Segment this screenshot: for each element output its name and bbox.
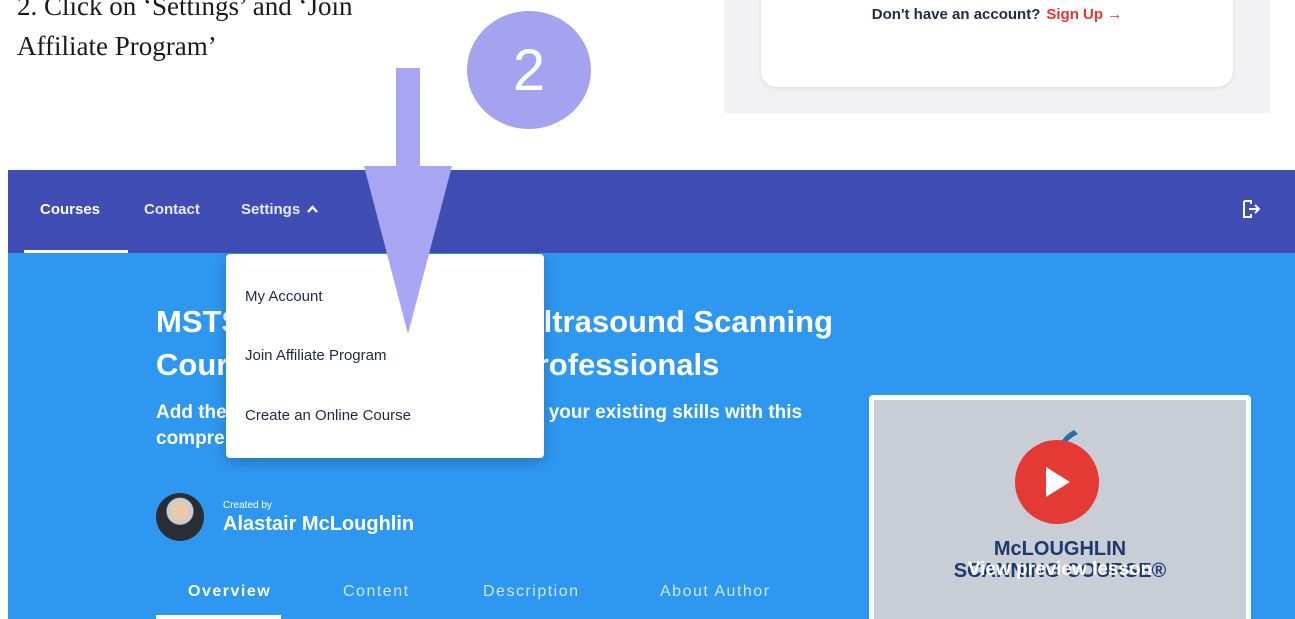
active-tab-underline bbox=[156, 615, 281, 619]
menu-item-join-affiliate-program[interactable]: Join Affiliate Program bbox=[245, 347, 386, 364]
signup-link[interactable]: Sign Up → bbox=[1046, 6, 1122, 23]
created-by-label: Created by bbox=[223, 500, 272, 511]
brand-name-line-1: McLOUGHLIN bbox=[993, 538, 1127, 560]
nav-contact[interactable]: Contact bbox=[144, 201, 200, 218]
signup-prompt-text: Don't have an account? bbox=[871, 6, 1041, 23]
signup-prompt: Don't have an account? Sign Up → bbox=[761, 6, 1233, 23]
play-icon bbox=[1046, 467, 1070, 497]
nav-settings[interactable]: Settings bbox=[241, 201, 319, 218]
course-page-screenshot: Courses Contact Settings MSTSC Musculosk… bbox=[8, 170, 1295, 619]
pointer-arrow-icon bbox=[364, 68, 452, 334]
instruction-line-2: Affiliate Program’ bbox=[17, 31, 217, 61]
chevron-up-icon bbox=[307, 205, 319, 213]
logout-icon[interactable] bbox=[1240, 198, 1262, 220]
author-name[interactable]: Alastair McLoughlin bbox=[223, 513, 414, 536]
preview-lesson-card[interactable]: McLOUGHLIN SCANNING COURSE® View preview… bbox=[869, 395, 1251, 619]
tab-content[interactable]: Content bbox=[343, 583, 410, 601]
tab-description[interactable]: Description bbox=[483, 583, 580, 601]
instruction-line-1: 2. Click on ‘Settings’ and ‘Join bbox=[17, 0, 353, 21]
menu-item-create-online-course[interactable]: Create an Online Course bbox=[245, 407, 411, 424]
step-number-badge: 2 bbox=[467, 11, 591, 129]
play-button[interactable] bbox=[1015, 440, 1099, 524]
nav-courses[interactable]: Courses bbox=[40, 201, 100, 218]
preview-thumbnail: McLOUGHLIN SCANNING COURSE® View preview… bbox=[874, 400, 1246, 619]
tab-overview[interactable]: Overview bbox=[188, 583, 271, 601]
navbar: Courses Contact Settings bbox=[8, 170, 1295, 253]
menu-item-my-account[interactable]: My Account bbox=[245, 288, 323, 305]
active-nav-underline bbox=[24, 250, 128, 253]
login-card: Don't have an account? Sign Up → bbox=[761, 0, 1233, 87]
author-avatar bbox=[156, 493, 204, 541]
nav-settings-label: Settings bbox=[241, 201, 301, 218]
instruction-text: 2. Click on ‘Settings’ and ‘Join Affilia… bbox=[17, 0, 437, 66]
view-preview-label: View preview lesson bbox=[967, 559, 1153, 580]
tab-about-author[interactable]: About Author bbox=[660, 583, 771, 601]
